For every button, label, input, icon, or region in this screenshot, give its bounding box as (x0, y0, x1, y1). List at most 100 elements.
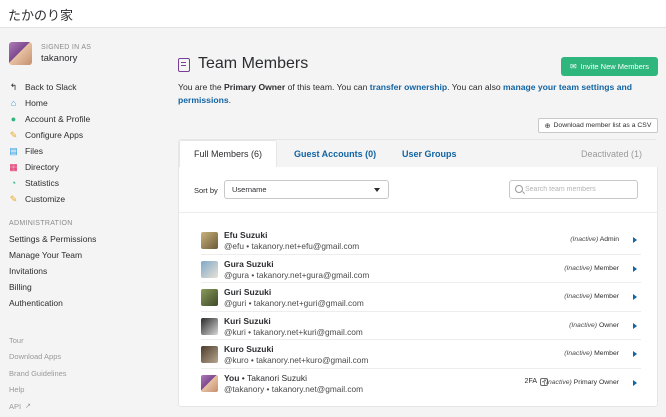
envelope-icon: ✉ (569, 62, 577, 71)
member-status: (Inactive) (564, 264, 593, 272)
sort-label: Sort by (194, 186, 218, 195)
member-name: You • Takanori Suzuki (224, 373, 307, 383)
search-input[interactable] (525, 183, 635, 196)
avatar (201, 260, 218, 278)
member-status: (Inactive) (564, 293, 593, 301)
two-factor-label: 2FA (524, 378, 537, 386)
member-role-text: Owner (598, 321, 619, 329)
member-row[interactable]: Gura Suzuki @gura • takanory.net+gura@gm… (201, 255, 641, 284)
person-icon: ● (10, 113, 17, 124)
external-link-icon: ↗ (25, 403, 31, 411)
sidebar-item-label: Home (25, 98, 48, 108)
member-name-text: Kuro Suzuki (224, 344, 274, 355)
sidebar-item-label: Files (25, 146, 43, 156)
main-content: Team Members ✉ Invite New Members You ar… (176, 29, 666, 417)
sidebar-item-authentication[interactable]: Authentication (9, 295, 159, 311)
member-handle-email: @gura • takanory.net+gura@gmail.com (224, 269, 370, 280)
back-arrow-icon: ↰ (9, 81, 18, 92)
sidebar-item-settings-permissions[interactable]: Settings & Permissions (9, 231, 159, 247)
chevron-right-icon (633, 379, 637, 386)
sidebar-item-manage-team[interactable]: Manage Your Team (9, 247, 159, 263)
chevron-right-icon (633, 237, 637, 243)
member-role-text: Admin (599, 236, 619, 243)
sidebar-item-label: Back to Slack (25, 82, 77, 92)
avatar (201, 317, 218, 335)
avatar (201, 346, 218, 364)
member-name: Kuri Suzuki (224, 316, 271, 326)
divider (179, 212, 657, 213)
member-role: (Inactive) Primary Owner (544, 379, 619, 386)
home-icon: ⌂ (10, 97, 17, 108)
sidebar-item-label: Customize (25, 194, 66, 204)
member-role-text: Member (594, 264, 619, 272)
sidebar-item-files[interactable]: ▤ Files (9, 143, 159, 159)
member-name-text: Kuri Suzuki (224, 315, 271, 326)
member-role-text: Member (594, 350, 619, 358)
transfer-ownership-link[interactable]: transfer ownership (370, 82, 447, 92)
member-role: (Inactive) Owner (569, 322, 619, 329)
avatar (201, 232, 218, 249)
download-button-label: Download member list as a CSV (553, 122, 652, 129)
member-role: (Inactive) Member (564, 293, 619, 300)
member-row[interactable]: Kuro Suzuki @kuro • takanory.net+kuro@gm… (201, 340, 641, 369)
member-name: Efu Suzuki (224, 230, 267, 240)
sidebar-item-billing[interactable]: Billing (9, 279, 159, 295)
sidebar-item-home[interactable]: ⌂ Home (9, 95, 159, 111)
footer-link-tour[interactable]: Tour (9, 332, 159, 349)
member-full-name: • Takanori Suzuki (239, 372, 307, 383)
admin-nav: Settings & Permissions Manage Your Team … (9, 231, 159, 311)
member-row[interactable]: Guri Suzuki @guri • takanory.net+guri@gm… (201, 283, 641, 312)
footer-nav: Tour Download Apps Brand Guidelines Help… (9, 332, 159, 415)
member-role-text: Primary Owner (573, 378, 619, 386)
member-handle-email: @kuri • takanory.net+kuri@gmail.com (224, 326, 363, 337)
tab-guest-accounts[interactable]: Guest Accounts (0) (294, 140, 376, 167)
sidebar-item-label: Statistics (25, 178, 60, 188)
ownership-description: You are the Primary Owner of this team. … (178, 81, 648, 107)
sidebar-nav: ↰ Back to Slack ⌂ Home ● Account & Profi… (9, 79, 159, 207)
page-title: Team Members (198, 55, 309, 72)
footer-link-label: API (9, 401, 22, 411)
chevron-right-icon (633, 294, 637, 301)
footer-link-brand-guidelines[interactable]: Brand Guidelines (9, 365, 159, 382)
member-row[interactable]: Efu Suzuki @efu • takanory.net+efu@gmail… (201, 226, 641, 255)
sidebar-item-back-to-slack[interactable]: ↰ Back to Slack (9, 79, 159, 95)
download-csv-button[interactable]: ⊕ Download member list as a CSV (538, 118, 658, 133)
avatar (9, 42, 32, 65)
sidebar: SIGNED IN AS takanory ↰ Back to Slack ⌂ … (0, 29, 160, 417)
user-name: takanory (41, 53, 78, 64)
sidebar-item-account-profile[interactable]: ● Account & Profile (9, 111, 159, 127)
desc-role: Primary Owner (224, 82, 286, 92)
member-handle-email: @efu • takanory.net+efu@gmail.com (224, 241, 360, 251)
member-name-text: Efu Suzuki (224, 230, 268, 240)
team-directory-icon (178, 58, 190, 72)
tab-deactivated[interactable]: Deactivated (1) (581, 140, 642, 167)
sidebar-item-invitations[interactable]: Invitations (9, 263, 159, 279)
footer-link-help[interactable]: Help (9, 382, 159, 399)
member-handle-email: @guri • takanory.net+guri@gmail.com (224, 298, 364, 309)
search-members-field[interactable] (509, 180, 638, 199)
desc-text: of this team. You can (285, 82, 370, 92)
member-handle-email: @takanory • takanory.net@gmail.com (224, 383, 364, 394)
sidebar-item-customize[interactable]: ✎ Customize (9, 191, 159, 207)
footer-link-download-apps[interactable]: Download Apps (9, 349, 159, 366)
member-role: (Inactive) Admin (570, 236, 619, 243)
sidebar-item-directory[interactable]: ▦ Directory (9, 159, 159, 175)
sort-select[interactable]: Username (224, 180, 389, 199)
desc-text: . You can also (447, 82, 504, 92)
tab-user-groups[interactable]: User Groups (402, 140, 457, 167)
directory-icon: ▦ (9, 161, 18, 172)
avatar (201, 289, 218, 307)
sidebar-item-label: Account & Profile (25, 114, 91, 124)
file-icon: ▤ (9, 145, 18, 156)
sidebar-item-statistics[interactable]: ◔ Statistics (9, 175, 159, 191)
sidebar-item-configure-apps[interactable]: ✎ Configure Apps (9, 127, 159, 143)
footer-link-api[interactable]: API ↗ (9, 398, 159, 415)
team-name[interactable]: たかのり家 (8, 5, 73, 24)
administration-heading: ADMINISTRATION (9, 220, 73, 227)
member-row[interactable]: You • Takanori Suzuki @takanory • takano… (201, 369, 641, 398)
member-role: (Inactive) Member (564, 350, 619, 357)
tab-full-members[interactable]: Full Members (6) (179, 140, 278, 167)
member-row[interactable]: Kuri Suzuki @kuri • takanory.net+kuri@gm… (201, 312, 641, 341)
invite-new-members-button[interactable]: ✉ Invite New Members (561, 57, 658, 76)
member-list: Efu Suzuki @efu • takanory.net+efu@gmail… (201, 226, 641, 398)
